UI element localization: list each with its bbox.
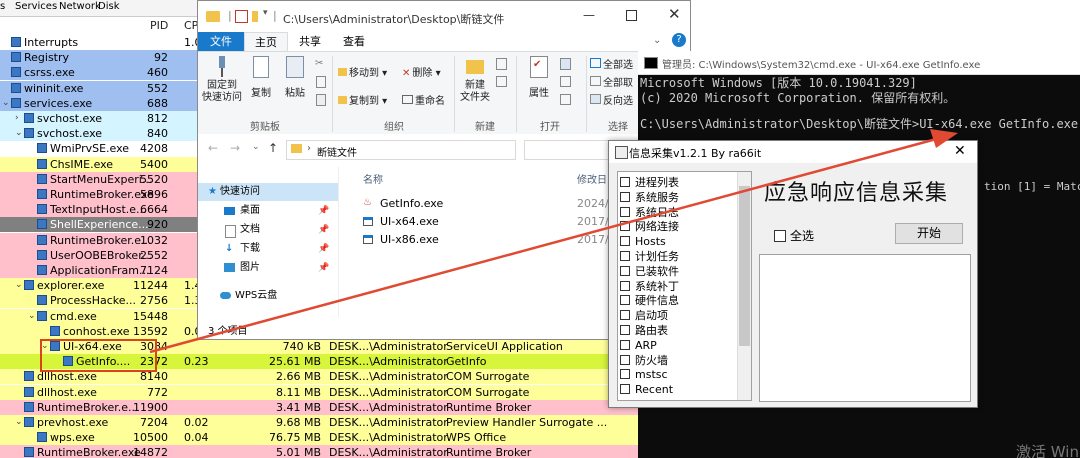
arrow-head [930, 129, 958, 148]
arrow-line [149, 136, 941, 354]
annotation-arrow [149, 129, 958, 354]
